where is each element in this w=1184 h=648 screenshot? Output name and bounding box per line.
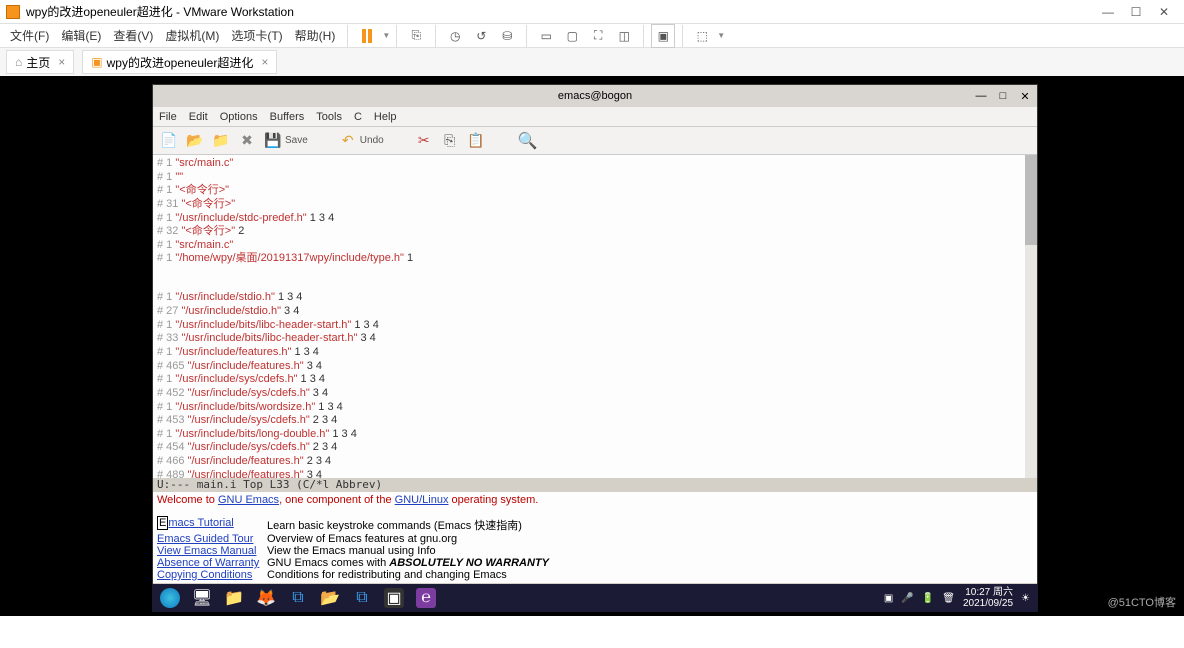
manage-snapshots-icon[interactable]: ⛁ xyxy=(495,24,519,48)
battery-icon[interactable]: 🔋 xyxy=(922,593,934,604)
emacs-titlebar: emacs@bogon — □ ✕ xyxy=(153,85,1037,107)
menu-help[interactable]: 帮助(H) xyxy=(289,27,342,44)
vm-icon: ▣ xyxy=(91,55,102,69)
send-ctrl-alt-del-icon[interactable]: ⎘ xyxy=(404,24,428,48)
emacs-toolbar: 📄 📂 📁 ✖ 💾Save ↶Undo ✂ ⎘ 📋 🔍 xyxy=(153,127,1037,155)
files-icon[interactable]: 📁 xyxy=(224,588,244,608)
emacs-menu-c[interactable]: C xyxy=(354,111,362,123)
cut-icon[interactable]: ✂ xyxy=(416,133,432,149)
vm-display: emacs@bogon — □ ✕ File Edit Options Buff… xyxy=(0,76,1184,616)
pause-button[interactable] xyxy=(355,24,379,48)
fit-guest-icon[interactable]: ▭ xyxy=(534,24,558,48)
revert-icon[interactable]: ↺ xyxy=(469,24,493,48)
welcome-buffer: Welcome to GNU Emacs, one component of t… xyxy=(153,492,1037,583)
manual-link[interactable]: View Emacs Manual xyxy=(157,545,267,557)
unity-icon[interactable]: ◫ xyxy=(612,24,636,48)
open-file-icon[interactable]: 📂 xyxy=(187,133,203,149)
paste-icon[interactable]: 📋 xyxy=(468,133,484,149)
menu-tabs[interactable]: 选项卡(T) xyxy=(225,27,288,44)
emacs-maximize[interactable]: □ xyxy=(995,90,1011,103)
save-button[interactable]: 💾Save xyxy=(265,133,308,149)
menu-edit[interactable]: 编辑(E) xyxy=(55,27,107,44)
emacs-menubar: File Edit Options Buffers Tools C Help xyxy=(153,107,1037,127)
tab-home[interactable]: ⌂主页× xyxy=(6,50,74,74)
brightness-icon[interactable]: ☀ xyxy=(1021,593,1030,604)
emacs-menu-file[interactable]: File xyxy=(159,111,177,123)
stretch-dropdown[interactable]: ▼ xyxy=(717,31,725,40)
guest-taskbar: 🖥 📁 🦊 ⧉ 📂 ⧉ ▣ ℮ ▣ 🎤 🔋 🗑 10:27 周六2021/09/… xyxy=(152,584,1038,612)
power-dropdown[interactable]: ▼ xyxy=(382,31,390,40)
emacs-menu-edit[interactable]: Edit xyxy=(189,111,208,123)
tab-bar: ⌂主页× ▣wpy的改进openeuler超进化× xyxy=(0,48,1184,76)
maximize-button[interactable]: ☐ xyxy=(1122,5,1150,19)
menu-view[interactable]: 查看(V) xyxy=(107,27,159,44)
terminal-icon[interactable]: ▣ xyxy=(384,588,404,608)
copy-icon[interactable]: ⎘ xyxy=(442,133,458,149)
fit-window-icon[interactable]: ▢ xyxy=(560,24,584,48)
gnu-emacs-link[interactable]: GNU Emacs xyxy=(218,494,279,506)
menu-vm[interactable]: 虚拟机(M) xyxy=(159,27,225,44)
emacs-minimize[interactable]: — xyxy=(973,90,989,103)
snapshot-icon[interactable]: ◷ xyxy=(443,24,467,48)
desktop-icon[interactable]: 🖥 xyxy=(192,588,212,608)
menu-file[interactable]: 文件(F) xyxy=(4,27,55,44)
tab-current[interactable]: ▣wpy的改进openeuler超进化× xyxy=(82,50,277,74)
emacs-menu-options[interactable]: Options xyxy=(220,111,258,123)
emacs-title-text: emacs@bogon xyxy=(558,90,632,102)
watermark: @51CTO博客 xyxy=(1108,594,1176,610)
new-file-icon[interactable]: 📄 xyxy=(161,133,177,149)
minimize-button[interactable]: — xyxy=(1094,5,1122,19)
close-tab-icon[interactable]: × xyxy=(261,55,268,69)
window-title: wpy的改进openeuler超进化 - VMware Workstation xyxy=(26,3,1094,20)
clock[interactable]: 10:27 周六2021/09/25 xyxy=(963,587,1013,609)
warranty-link[interactable]: Absence of Warranty xyxy=(157,557,267,569)
emacs-menu-tools[interactable]: Tools xyxy=(316,111,342,123)
emacs-editor[interactable]: # 1 "src/main.c" # 1 "" # 1 "<命令行>" # 31… xyxy=(153,155,1037,478)
vmware-menubar: 文件(F) 编辑(E) 查看(V) 虚拟机(M) 选项卡(T) 帮助(H) ▼ … xyxy=(0,24,1184,48)
emacs-window: emacs@bogon — □ ✕ File Edit Options Buff… xyxy=(152,84,1038,612)
folder-icon[interactable]: 📂 xyxy=(320,588,340,608)
scrollbar-thumb[interactable] xyxy=(1025,155,1037,245)
copying-link[interactable]: Copying Conditions xyxy=(157,569,267,581)
console-icon[interactable]: ⛶ xyxy=(586,24,610,48)
kill-buffer-icon[interactable]: ✖ xyxy=(239,133,255,149)
vmware-logo-icon xyxy=(6,5,20,19)
mic-icon[interactable]: 🎤 xyxy=(901,593,913,604)
close-button[interactable]: ✕ xyxy=(1150,5,1178,19)
screenshot-icon[interactable]: ▣ xyxy=(884,593,893,604)
tutorial-link[interactable]: macs Tutorial xyxy=(168,517,233,529)
scrollbar-track[interactable] xyxy=(1025,155,1037,478)
stretch-icon[interactable]: ⬚ xyxy=(690,24,714,48)
home-icon: ⌂ xyxy=(15,55,22,69)
emacs-menu-help[interactable]: Help xyxy=(374,111,397,123)
undo-button[interactable]: ↶Undo xyxy=(340,133,384,149)
search-icon[interactable]: 🔍 xyxy=(520,133,536,149)
dired-icon[interactable]: 📁 xyxy=(213,133,229,149)
firefox-icon[interactable]: 🦊 xyxy=(256,588,276,608)
modeline-1: U:--- main.i Top L33 (C/*l Abbrev) xyxy=(153,478,1037,492)
vscode-icon[interactable]: ⧉ xyxy=(288,588,308,608)
gnu-linux-link[interactable]: GNU/Linux xyxy=(395,494,449,506)
deepin-icon[interactable] xyxy=(160,588,180,608)
fullscreen-icon[interactable]: ▣ xyxy=(651,24,675,48)
trash-icon[interactable]: 🗑 xyxy=(942,593,955,604)
emacs-menu-buffers[interactable]: Buffers xyxy=(270,111,305,123)
emacs-icon[interactable]: ℮ xyxy=(416,588,436,608)
vscode2-icon[interactable]: ⧉ xyxy=(352,588,372,608)
vmware-titlebar: wpy的改进openeuler超进化 - VMware Workstation … xyxy=(0,0,1184,24)
emacs-close[interactable]: ✕ xyxy=(1017,90,1033,103)
tour-link[interactable]: Emacs Guided Tour xyxy=(157,533,267,545)
close-tab-icon[interactable]: × xyxy=(58,55,65,69)
